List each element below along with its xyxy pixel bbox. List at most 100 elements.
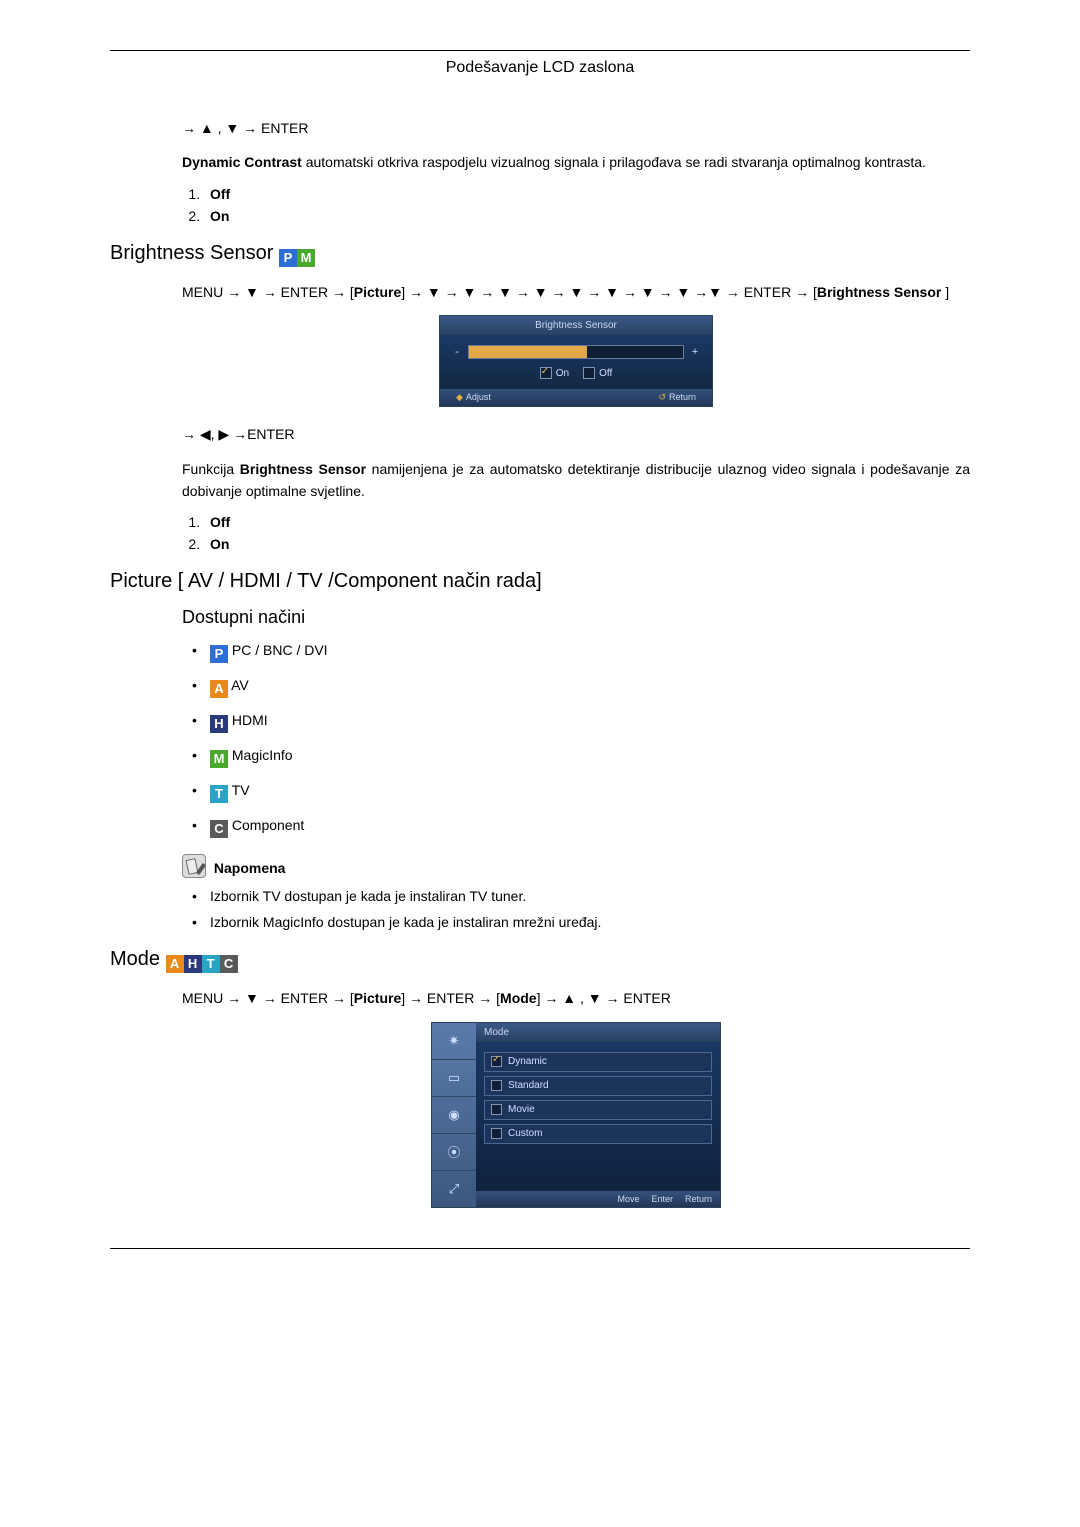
heading-text: Mode — [110, 948, 160, 970]
side-icon[interactable]: ◉ — [432, 1097, 476, 1134]
desc-bold: Brightness Sensor — [240, 461, 366, 477]
badge-a-icon: A — [166, 955, 184, 973]
osd-mode-title: Mode — [476, 1023, 720, 1042]
path-seg2: ] → ▼ → ▼ → ▼ → ▼ → ▼ → ▼ → ▼ → ▼ →▼ → E… — [401, 284, 817, 300]
desc-text: automatski otkriva raspodjelu vizualnog … — [302, 154, 926, 170]
slider-row: - + — [452, 345, 700, 359]
note-icon — [182, 854, 206, 878]
mode-label: Component — [228, 817, 304, 833]
heading-brightness-sensor: Brightness Sensor PM — [110, 242, 970, 267]
badge-a-icon: A — [210, 680, 228, 698]
badge-p-icon: P — [210, 645, 228, 663]
badge-m-icon: M — [210, 750, 228, 768]
slider-plus-icon: + — [690, 346, 700, 358]
path-seg3: ] — [941, 284, 949, 300]
osd-footer: Adjust Return — [440, 389, 712, 406]
dynamic-options-list: Off On — [182, 186, 970, 224]
badge-c-icon: C — [210, 820, 228, 838]
mode-label: MagicInfo — [228, 747, 293, 763]
section-dynamic-contrast: → ▲ , ▼ → ENTER Dynamic Contrast automat… — [182, 117, 970, 224]
badge-h-icon: H — [210, 715, 228, 733]
path-picture: Picture — [354, 284, 401, 300]
sub-heading-modes: Dostupni načini — [182, 607, 970, 628]
check-icon — [491, 1080, 502, 1091]
option-label: Dynamic — [508, 1056, 547, 1067]
mode-option-movie[interactable]: Movie — [484, 1100, 712, 1120]
footer-return: Return — [658, 392, 696, 403]
notes-list: Izbornik TV dostupan je kada je instalir… — [182, 888, 970, 930]
section-brightness-content: MENU → ▼ → ENTER → [Picture] → ▼ → ▼ → ▼… — [182, 281, 970, 553]
available-modes-list: P PC / BNC / DVI A AV H HDMI M MagicInfo… — [182, 642, 970, 838]
dynamic-contrast-description: Dynamic Contrast automatski otkriva rasp… — [182, 151, 970, 173]
mode-option-standard[interactable]: Standard — [484, 1076, 712, 1096]
osd-main: Mode Dynamic Standard Movie Custom Move … — [476, 1023, 720, 1207]
path-mode: Mode — [500, 990, 537, 1006]
mode-item-magicinfo: M MagicInfo — [192, 747, 970, 768]
section-picture-content: Dostupni načini P PC / BNC / DVI A AV H … — [182, 607, 970, 930]
note-item: Izbornik TV dostupan je kada je instalir… — [192, 888, 970, 904]
heading-picture: Picture [ AV / HDMI / TV /Component nači… — [110, 570, 970, 593]
slider-minus-icon: - — [452, 346, 462, 358]
page-title: Podešavanje LCD zaslona — [110, 59, 970, 77]
mode-item-hdmi: H HDMI — [192, 712, 970, 733]
side-icon[interactable]: ⤢ — [432, 1171, 476, 1207]
option-label: Standard — [508, 1080, 549, 1091]
check-icon — [491, 1128, 502, 1139]
header-rule — [110, 50, 970, 51]
osd-title: Brightness Sensor — [440, 316, 712, 335]
slider-track[interactable] — [468, 345, 684, 359]
mode-item-pc: P PC / BNC / DVI — [192, 642, 970, 663]
badge-t-icon: T — [210, 785, 228, 803]
side-icon[interactable]: ▭ — [432, 1060, 476, 1097]
nav-sequence-2: → ◀, ▶ →ENTER — [182, 423, 970, 445]
heading-text: Brightness Sensor — [110, 242, 273, 264]
document-page: Podešavanje LCD zaslona → ▲ , ▼ → ENTER … — [0, 0, 1080, 1309]
footer-return: Return — [685, 1194, 712, 1204]
badge-t-icon: T — [202, 955, 220, 973]
heading-mode: Mode AHTC — [110, 948, 970, 973]
brightness-description: Funkcija Brightness Sensor namijenjena j… — [182, 458, 970, 503]
side-icon[interactable]: ✷ — [432, 1023, 476, 1060]
option-label: Movie — [508, 1104, 535, 1115]
toggle-on[interactable]: On — [540, 367, 569, 379]
osd-body: - + On Off — [440, 335, 712, 389]
badge-c-icon: C — [220, 955, 238, 973]
mode-option-custom[interactable]: Custom — [484, 1124, 712, 1144]
osd-mode-menu: ✷ ▭ ◉ ⦿ ⤢ Mode Dynamic Standard Movie Cu… — [431, 1022, 721, 1208]
toggle-off-label: Off — [599, 368, 612, 379]
option-on: On — [210, 208, 229, 224]
option-off: Off — [210, 186, 230, 202]
mode-menu-path: MENU → ▼ → ENTER → [Picture] → ENTER → [… — [182, 987, 970, 1009]
osd-sidebar: ✷ ▭ ◉ ⦿ ⤢ — [432, 1023, 476, 1207]
check-icon — [491, 1104, 502, 1115]
mode-label: HDMI — [228, 712, 268, 728]
menu-path: MENU → ▼ → ENTER → [Picture] → ▼ → ▼ → ▼… — [182, 281, 970, 303]
badge-h-icon: H — [184, 955, 202, 973]
note-item: Izbornik MagicInfo dostupan je kada je i… — [192, 914, 970, 930]
toggle-off[interactable]: Off — [583, 367, 612, 379]
note-title: Napomena — [210, 860, 285, 876]
option-label: Custom — [508, 1128, 542, 1139]
mode-item-av: A AV — [192, 677, 970, 698]
term-dynamic-contrast: Dynamic Contrast — [182, 154, 302, 170]
section-mode-content: MENU → ▼ → ENTER → [Picture] → ENTER → [… — [182, 987, 970, 1207]
slider-fill — [469, 346, 587, 358]
side-icon[interactable]: ⦿ — [432, 1134, 476, 1171]
badge-m-icon: M — [297, 249, 315, 267]
option-off: Off — [210, 514, 230, 530]
check-on-icon — [540, 367, 552, 379]
mode-label: AV — [228, 677, 249, 693]
mode-label: TV — [228, 782, 250, 798]
footer-rule — [110, 1248, 970, 1249]
path-seg: MENU → ▼ → ENTER → [ — [182, 284, 354, 300]
footer-move: Move — [617, 1194, 639, 1204]
mode-item-tv: T TV — [192, 782, 970, 803]
check-off-icon — [583, 367, 595, 379]
mode-option-dynamic[interactable]: Dynamic — [484, 1052, 712, 1072]
mode-item-component: C Component — [192, 817, 970, 838]
mode-label: PC / BNC / DVI — [228, 642, 328, 658]
badge-p-icon: P — [279, 249, 297, 267]
toggle-on-label: On — [556, 368, 569, 379]
path-bs: Brightness Sensor — [817, 284, 941, 300]
option-on: On — [210, 536, 229, 552]
